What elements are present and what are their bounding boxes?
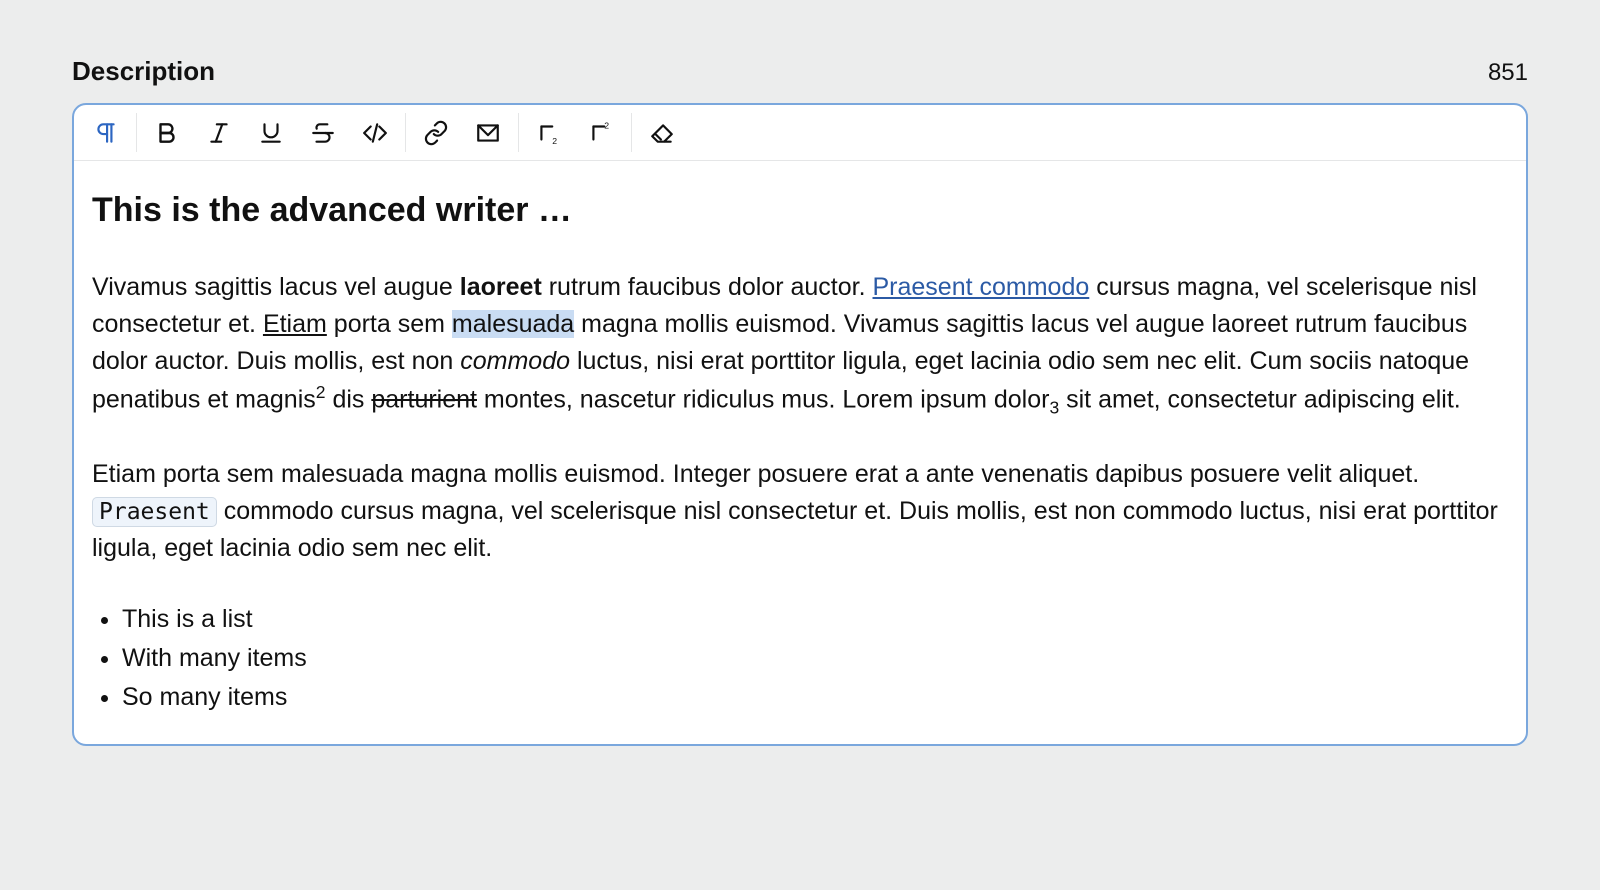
inline-code: Praesent	[92, 497, 217, 527]
text: Vivamus sagittis lacus vel augue	[92, 273, 460, 301]
code-button[interactable]	[349, 105, 401, 160]
strike-text: parturient	[371, 386, 477, 414]
highlighted-text: malesuada	[452, 310, 574, 338]
link-button[interactable]	[410, 105, 462, 160]
toolbar: 2 2	[74, 105, 1526, 161]
list-item: So many items	[122, 679, 1508, 716]
superscript-text: 2	[316, 382, 326, 402]
text: porta sem	[327, 310, 452, 338]
rich-text-editor: 2 2 This is the advanced writer … Vivamu…	[72, 103, 1528, 746]
underline-icon	[258, 120, 284, 146]
underline-text: Etiam	[263, 310, 327, 338]
paragraph-button[interactable]	[80, 105, 132, 160]
pilcrow-icon	[93, 120, 119, 146]
text: dis	[326, 386, 372, 414]
italic-text: commodo	[460, 347, 570, 375]
list-item: This is a list	[122, 601, 1508, 638]
clear-formatting-button[interactable]	[636, 105, 688, 160]
bullet-list: This is a list With many items So many i…	[122, 601, 1508, 716]
editor-label: Description	[72, 56, 215, 87]
subscript-text: 3	[1049, 398, 1059, 418]
link-text[interactable]: Praesent commodo	[873, 273, 1090, 301]
editor-content[interactable]: This is the advanced writer … Vivamus sa…	[74, 161, 1526, 744]
text: commodo cursus magna, vel scelerisque ni…	[92, 497, 1498, 562]
paragraph-1: Vivamus sagittis lacus vel augue laoreet…	[92, 269, 1508, 421]
italic-icon	[206, 120, 232, 146]
toolbar-separator	[136, 113, 137, 152]
toolbar-separator	[631, 113, 632, 152]
svg-text:2: 2	[552, 135, 557, 145]
editor-heading: This is the advanced writer …	[92, 185, 1508, 235]
subscript-icon: 2	[536, 120, 562, 146]
bold-text: laoreet	[460, 273, 542, 301]
hardbreak-icon	[475, 120, 501, 146]
superscript-button[interactable]: 2	[575, 105, 627, 160]
strikethrough-button[interactable]	[297, 105, 349, 160]
underline-button[interactable]	[245, 105, 297, 160]
toolbar-separator	[405, 113, 406, 152]
svg-text:2: 2	[604, 120, 609, 130]
eraser-icon	[649, 120, 675, 146]
text: Etiam porta sem malesuada magna mollis e…	[92, 460, 1419, 488]
italic-button[interactable]	[193, 105, 245, 160]
subscript-button[interactable]: 2	[523, 105, 575, 160]
hardbreak-button[interactable]	[462, 105, 514, 160]
link-icon	[423, 120, 449, 146]
paragraph-2: Etiam porta sem malesuada magna mollis e…	[92, 456, 1508, 567]
text: montes, nascetur ridiculus mus. Lorem ip…	[477, 386, 1049, 414]
text: sit amet, consectetur adipiscing elit.	[1059, 386, 1461, 414]
strikethrough-icon	[310, 120, 336, 146]
superscript-icon: 2	[588, 120, 614, 146]
list-item: With many items	[122, 640, 1508, 677]
bold-button[interactable]	[141, 105, 193, 160]
toolbar-separator	[518, 113, 519, 152]
char-counter: 851	[1488, 59, 1528, 87]
text: rutrum faucibus dolor auctor.	[542, 273, 873, 301]
bold-icon	[154, 120, 180, 146]
code-icon	[362, 120, 388, 146]
